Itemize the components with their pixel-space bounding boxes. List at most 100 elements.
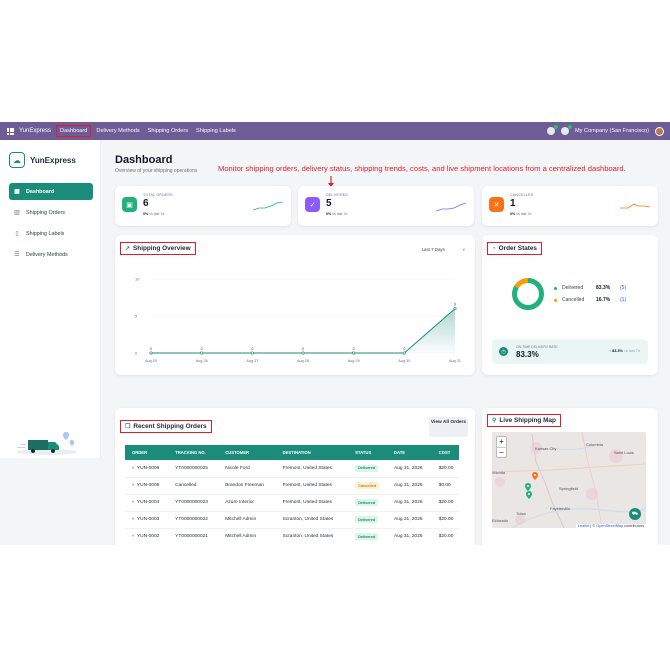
table-cell: Scranton, United States [275, 528, 349, 545]
data-point [402, 351, 406, 355]
leaflet-link[interactable]: Leaflet [578, 524, 589, 528]
order-icon: ◐ [132, 500, 135, 505]
table-cell: ◐ YUN-0003 [125, 511, 169, 529]
status-badge: Delivered [355, 516, 379, 523]
sidebar-item-dashboard[interactable]: ▦ Dashboard [9, 183, 93, 200]
box-icon: ▣ [122, 197, 137, 212]
data-label: 0 [353, 347, 355, 351]
status-badge: Delivered [355, 499, 379, 506]
table-cell: Mitchell Admin [218, 511, 276, 529]
recent-orders-table: ORDER TRACKING NO. CUSTOMER DESTINATION STAT… [125, 445, 459, 545]
view-all-orders-button[interactable]: View All Orders [429, 417, 468, 437]
table-cell: Delivered [348, 460, 388, 478]
pie-chart-icon: ◔ [492, 245, 496, 252]
sidebar-item-shipping-labels[interactable]: ▯ Shipping Labels [9, 225, 93, 242]
map-label: Kansas City [535, 446, 557, 451]
sidebar-item-delivery-methods[interactable]: ☰ Delivery Methods [9, 246, 93, 263]
shipping-overview-card: ↗ Shipping Overview Last 7 Days ▾ 0 5 10 0 Au… [115, 235, 475, 375]
zoom-in-button[interactable]: + [497, 437, 506, 447]
map-label: Fayetteville [550, 506, 571, 511]
table-row[interactable]: ◐ YUN-0006 YT0000000025 Nicole Ford Fremont,… [125, 460, 459, 478]
table-row[interactable]: ◐ YUN-0002 YT0000000021 Mitchell Admin Scran… [125, 528, 459, 545]
map-label: Saint Louis [614, 450, 634, 455]
close-icon: ✕ [489, 197, 504, 212]
table-cell: ◐ YUN-0005 [125, 477, 169, 495]
data-point [149, 351, 153, 355]
table-cell: $20.00 [431, 494, 459, 512]
map-marker-orange[interactable] [532, 472, 538, 480]
data-label: 6 [454, 303, 456, 307]
nav-shipping-orders[interactable]: Shipping Orders [145, 126, 191, 136]
x-tick-label: Aug 28 [297, 359, 309, 363]
column-header: TRACKING NO. [175, 450, 206, 455]
truck-icon[interactable]: ⛟ [629, 508, 641, 520]
nav-dashboard[interactable]: Dashboard [56, 125, 92, 137]
map-label: Columbia [586, 442, 603, 447]
sidebar-logo[interactable]: ☁ YunExpress [9, 152, 76, 168]
table-cell: Brandon Freeman [218, 477, 276, 495]
stat-value: 1 [510, 198, 516, 209]
table-cell: YT0000000025 [168, 460, 219, 478]
apps-grid-icon[interactable] [7, 127, 14, 135]
line-chart-icon: ↗ [125, 246, 131, 252]
sidebar-item-label: Shipping Labels [26, 230, 65, 237]
recent-orders-title: ❐ Recent Shipping Orders [120, 420, 212, 433]
table-row[interactable]: ◐ YUN-0004 YT0000000023 Azure Interior Fremo… [125, 494, 459, 512]
sidebar-item-label: Dashboard [26, 188, 55, 195]
page-title: Dashboard [115, 154, 173, 166]
table-cell: ◐ YUN-0002 [125, 528, 169, 545]
table-row[interactable]: ◐ YUN-0005 Cancelled Brandon Freeman Fremont… [125, 477, 459, 495]
table-cell: Delivered [348, 511, 388, 529]
y-tick-label: 0 [135, 351, 138, 356]
table-cell: Aug 31, 2026 [387, 494, 432, 512]
app-brand[interactable]: YunExpress [19, 128, 51, 134]
sidebar-item-label: Shipping Orders [26, 209, 65, 216]
zoom-out-button[interactable]: − [497, 447, 506, 457]
activity-icon[interactable] [561, 125, 573, 135]
clock-icon: ◷ [499, 347, 508, 356]
shipping-overview-chart: 0 5 10 0 Aug 25 0 Aug 26 0 Aug 27 0 Aug 28 0 Aug 29… [135, 277, 461, 364]
cloud-logo-icon: ☁ [9, 152, 25, 168]
table-cell: Aug 31, 2026 [387, 477, 432, 495]
table-row[interactable]: ◐ YUN-0003 YT0000000022 Mitchell Admin Scran… [125, 511, 459, 529]
stat-label: CANCELLED [510, 193, 534, 197]
table-cell: $20.00 [431, 511, 459, 529]
stat-label: TOTAL ORDERS [143, 193, 173, 197]
legend-delivered: Delivered 83.3% (5) [554, 285, 626, 291]
table-cell: Fremont, United States [275, 460, 349, 478]
sidebar-item-shipping-orders[interactable]: ▥ Shipping Orders [9, 204, 93, 221]
osm-link[interactable]: OpenStreetMap [596, 524, 623, 528]
sidebar: ☁ YunExpress ▦ Dashboard ▥ Shipping Orde… [0, 140, 101, 458]
column-header: DATE [394, 450, 406, 455]
column-header: CUSTOMER [225, 450, 250, 455]
y-tick-label: 10 [135, 277, 140, 282]
table-cell: Cancelled [348, 477, 388, 495]
column-header: STATUS [355, 450, 372, 455]
column-header: DESTINATION [282, 450, 311, 455]
data-label: 0 [302, 347, 304, 351]
map-marker-green[interactable] [525, 483, 531, 491]
map-marker-green[interactable] [526, 491, 532, 499]
x-tick-label: Aug 29 [348, 359, 360, 363]
table-cell: Delivered [348, 528, 388, 545]
avatar[interactable] [655, 126, 664, 136]
nav-delivery-methods[interactable]: Delivery Methods [93, 126, 142, 136]
order-icon: ◐ [132, 534, 135, 539]
data-label: 0 [403, 347, 405, 351]
table-cell: Aug 31, 2026 [387, 528, 432, 545]
stat-label: DELIVERED [326, 193, 349, 197]
date-range-select[interactable]: Last 7 Days ▾ [422, 247, 465, 253]
map-pin-icon: ⚲ [492, 418, 497, 424]
status-badge: Delivered [355, 464, 379, 472]
y-tick-label: 5 [135, 314, 138, 319]
table-cell: $0.00 [431, 477, 459, 495]
sidebar-item-label: Delivery Methods [26, 251, 68, 258]
company-switcher[interactable]: My Company (San Francisco) [575, 128, 649, 134]
chat-icon[interactable] [547, 125, 559, 135]
page-subtitle: Overview of your shipping operations [115, 168, 198, 174]
data-point [453, 307, 457, 311]
shipping-map[interactable]: Kansas City Columbia Saint Louis Wichita… [492, 432, 646, 528]
sparkline [436, 202, 466, 212]
nav-shipping-labels[interactable]: Shipping Labels [193, 126, 239, 136]
data-label: 0 [201, 347, 203, 351]
